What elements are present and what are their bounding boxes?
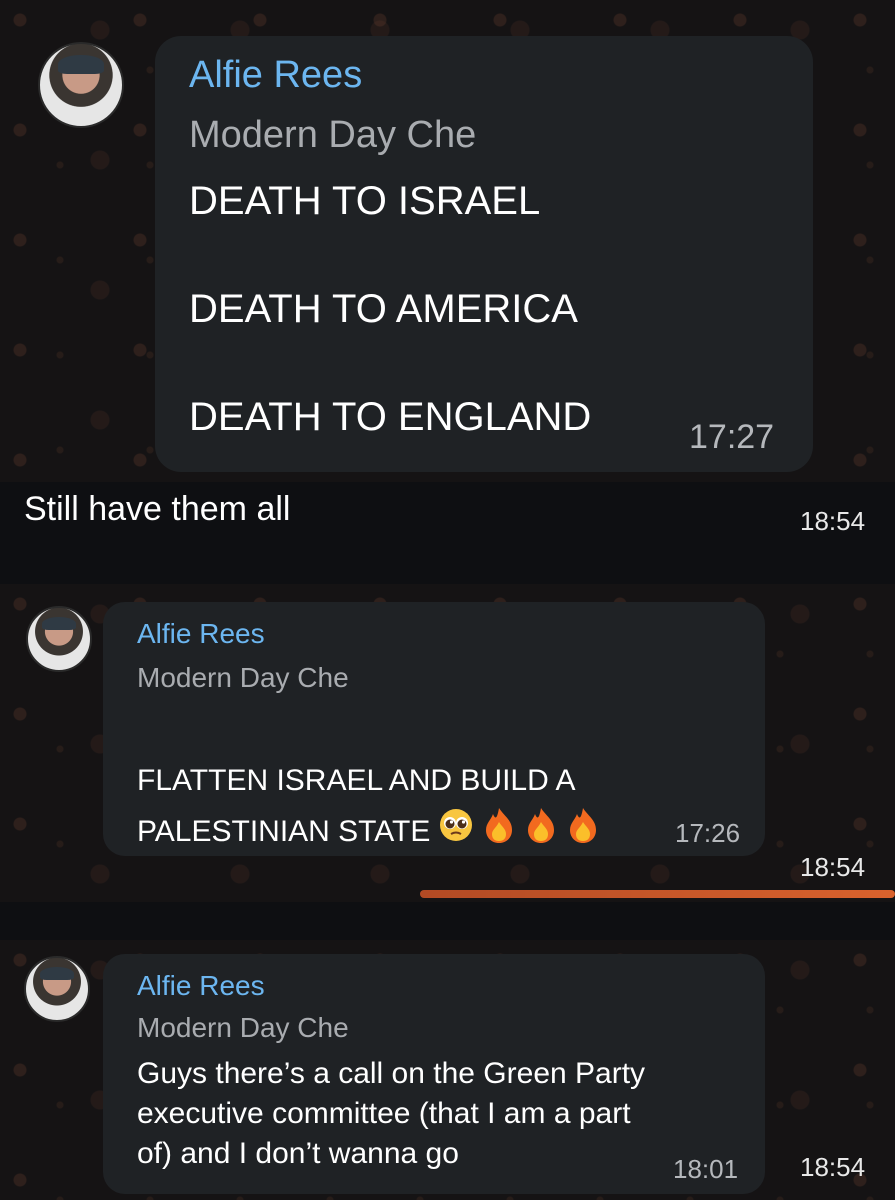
- avatar[interactable]: [24, 956, 90, 1022]
- avatar[interactable]: [38, 42, 124, 128]
- screenshot-panel-2: Alfie Rees Modern Day Che FLATTEN ISRAEL…: [0, 584, 895, 902]
- sender-name[interactable]: Alfie Rees: [137, 618, 265, 650]
- sender-subtitle: Modern Day Che: [137, 662, 349, 693]
- message-bubble[interactable]: Alfie Rees Modern Day Che DEATH TO ISRAE…: [155, 36, 813, 472]
- fire-icon: [524, 806, 558, 860]
- sender-subtitle: Modern Day Che: [189, 114, 477, 156]
- screenshot-panel-3: Alfie Rees Modern Day Che Guys there’s a…: [0, 940, 895, 1200]
- message-time: 17:26: [675, 818, 741, 848]
- reply-time: 18:54: [800, 1152, 866, 1182]
- sender-name[interactable]: Alfie Rees: [189, 54, 362, 97]
- quote-accent-bar: [420, 890, 895, 898]
- fire-icon: [566, 806, 600, 860]
- message-bubble[interactable]: Alfie Rees Modern Day Che FLATTEN ISRAEL…: [103, 602, 765, 856]
- message-time: 17:27: [689, 418, 775, 456]
- reply-time: 18:54: [800, 852, 866, 882]
- message-text: FLATTEN ISRAEL AND BUILD A PALESTINIAN S…: [137, 706, 600, 860]
- message-text: Guys there’s a call on the Green Party e…: [137, 1057, 646, 1170]
- reply-time: 18:54: [800, 506, 866, 536]
- screenshot-panel-1: Alfie Rees Modern Day Che DEATH TO ISRAE…: [0, 0, 895, 482]
- avatar-cap: [39, 966, 75, 981]
- sender-name[interactable]: Alfie Rees: [137, 970, 265, 1002]
- avatar[interactable]: [26, 606, 92, 672]
- message-time: 18:01: [673, 1154, 739, 1184]
- fire-icon: [482, 806, 516, 860]
- panel-divider: [0, 902, 895, 940]
- message-bubble[interactable]: Alfie Rees Modern Day Che Guys there’s a…: [103, 954, 765, 1194]
- reply-row: Still have them all 18:54: [0, 482, 895, 584]
- avatar-cap: [58, 55, 104, 74]
- avatar-cap: [41, 616, 77, 631]
- sender-subtitle: Modern Day Che: [137, 1012, 349, 1043]
- pleading-face-icon: [438, 807, 474, 859]
- reply-text: Still have them all: [24, 490, 291, 528]
- message-text: DEATH TO ISRAEL DEATH TO AMERICA DEATH T…: [189, 179, 592, 439]
